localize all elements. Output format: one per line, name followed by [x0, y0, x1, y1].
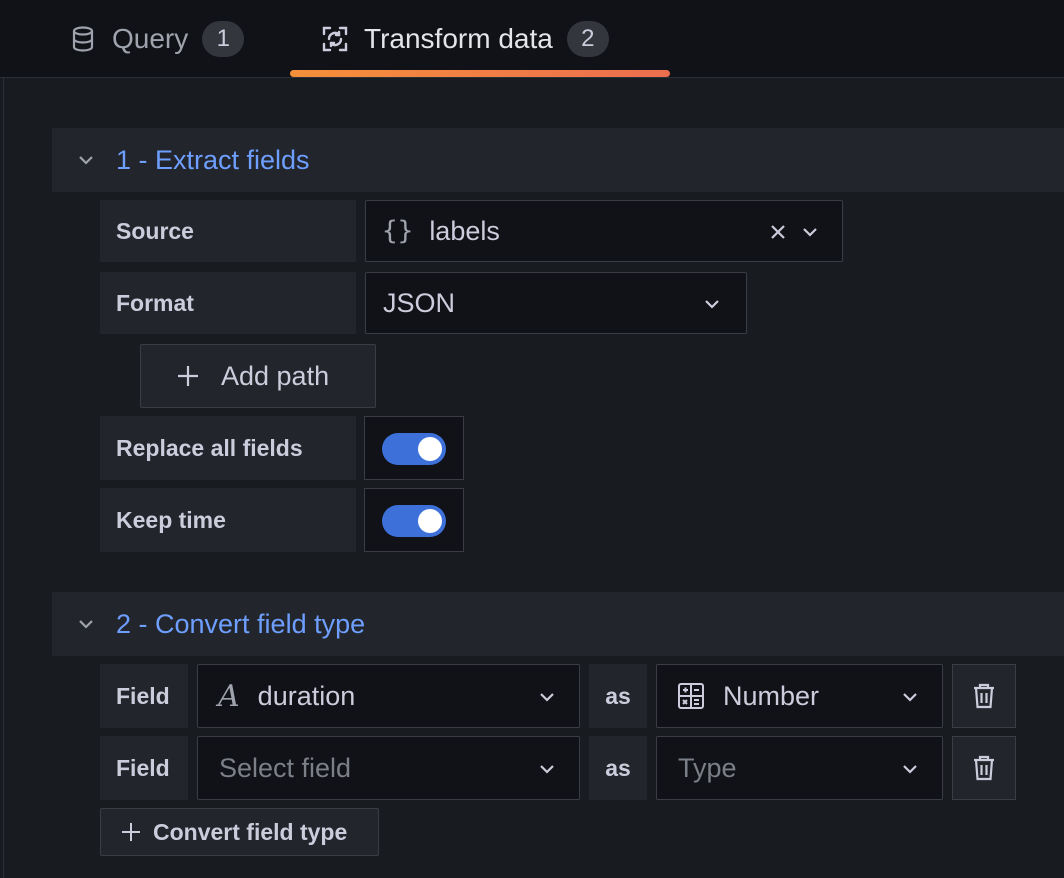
- field-label: Field: [100, 664, 188, 728]
- convert-field-type-button[interactable]: Convert field type: [100, 808, 379, 856]
- chevron-down-icon: [74, 148, 98, 172]
- extract-fields-header[interactable]: 1 - Extract fields: [52, 128, 1064, 192]
- source-label: Source: [100, 200, 356, 262]
- as-label: as: [589, 736, 647, 800]
- type-value: Number: [723, 680, 820, 711]
- replace-all-fields-toggle[interactable]: [382, 433, 446, 465]
- tab-bar: Query 1 Transform data 2: [0, 0, 1064, 78]
- braces-icon: {}: [382, 216, 414, 246]
- type-select[interactable]: Number: [656, 664, 943, 728]
- database-icon: [68, 24, 98, 54]
- chevron-down-icon: [898, 757, 922, 781]
- format-label: Format: [100, 272, 356, 334]
- chevron-down-icon: [535, 685, 559, 709]
- tab-query[interactable]: Query 1: [68, 0, 245, 78]
- chevron-down-icon: [898, 685, 922, 709]
- delete-row-button[interactable]: [952, 664, 1016, 728]
- plus-icon: [176, 364, 200, 388]
- chevron-down-icon: [74, 612, 98, 636]
- calculator-icon: [677, 682, 705, 710]
- toggle-knob: [418, 509, 442, 533]
- active-tab-indicator: [290, 70, 670, 77]
- field-select[interactable]: A duration: [197, 664, 580, 728]
- delete-row-button[interactable]: [952, 736, 1016, 800]
- keep-time-toggle-box: [364, 488, 464, 552]
- field-label: Field: [100, 736, 188, 800]
- tab-transform-label: Transform data: [364, 23, 553, 54]
- tab-query-count-badge: 1: [202, 21, 245, 57]
- type-select[interactable]: Type: [656, 736, 943, 800]
- tab-query-label: Query: [112, 23, 189, 54]
- as-label: as: [589, 664, 647, 728]
- trash-icon: [972, 683, 996, 709]
- replace-all-fields-label: Replace all fields: [100, 416, 356, 480]
- convert-field-type-title: 2 - Convert field type: [116, 608, 366, 639]
- transform-icon: [320, 24, 350, 54]
- field-select[interactable]: Select field: [197, 736, 580, 800]
- format-value: JSON: [383, 287, 456, 318]
- convert-field-type-header[interactable]: 2 - Convert field type: [52, 592, 1064, 656]
- keep-time-label: Keep time: [100, 488, 356, 552]
- add-path-label: Add path: [221, 360, 330, 391]
- chevron-down-icon: [798, 220, 822, 244]
- type-placeholder: Type: [678, 752, 737, 783]
- source-select[interactable]: {} labels: [365, 200, 843, 262]
- toggle-knob: [418, 437, 442, 461]
- tab-transform-count-badge: 2: [566, 21, 609, 57]
- plus-icon: [121, 822, 141, 842]
- clear-icon[interactable]: [766, 220, 790, 244]
- field-placeholder: Select field: [219, 752, 352, 783]
- tab-transform-data[interactable]: Transform data 2: [320, 0, 609, 78]
- source-value: labels: [429, 215, 500, 246]
- trash-icon: [972, 755, 996, 781]
- chevron-down-icon: [535, 757, 559, 781]
- chevron-down-icon: [700, 292, 724, 316]
- keep-time-toggle[interactable]: [382, 505, 446, 537]
- field-value: duration: [257, 680, 356, 711]
- replace-all-fields-toggle-box: [364, 416, 464, 480]
- extract-fields-title: 1 - Extract fields: [116, 144, 310, 175]
- panel-divider: [3, 78, 4, 878]
- convert-field-type-label: Convert field type: [153, 818, 348, 845]
- format-select[interactable]: JSON: [365, 272, 747, 334]
- italic-a-icon: A: [218, 678, 240, 714]
- add-path-button[interactable]: Add path: [140, 344, 376, 408]
